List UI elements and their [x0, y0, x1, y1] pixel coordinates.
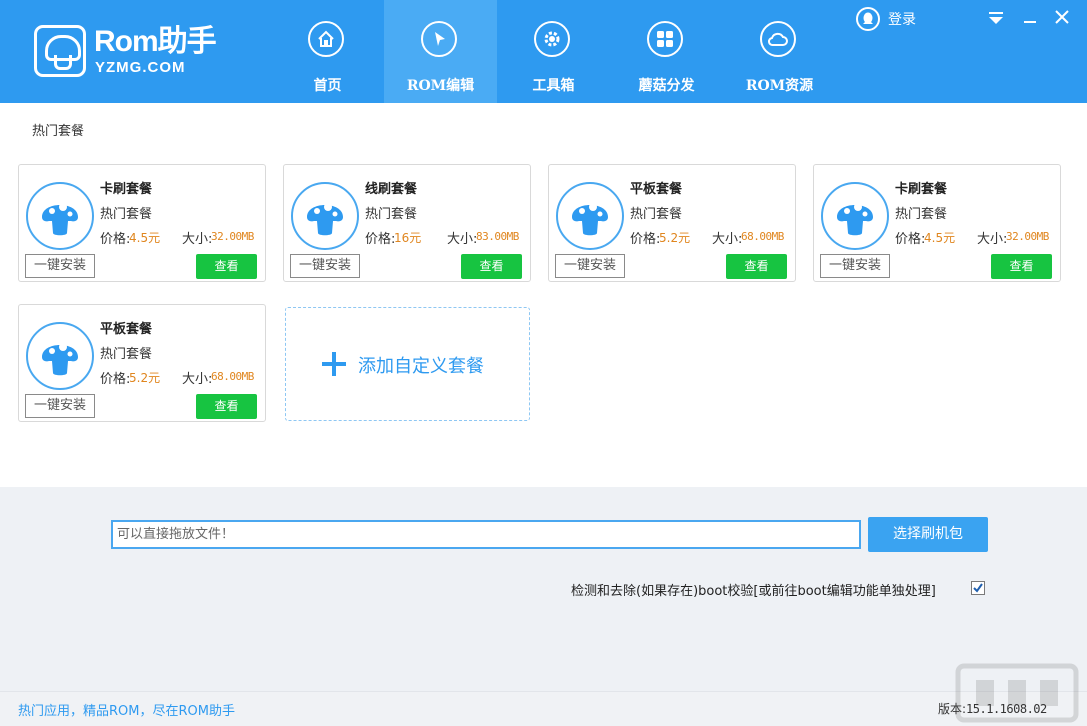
qq-icon [856, 7, 880, 31]
nav-toolbox[interactable]: 工具箱 [497, 0, 610, 103]
size-value: 83.00MB [476, 230, 519, 243]
nav-rom-edit[interactable]: ROM编辑 [384, 0, 497, 103]
mushroom-icon [821, 182, 889, 250]
view-button[interactable]: 查看 [991, 254, 1052, 279]
nav-home-label: 首页 [313, 78, 342, 94]
nav-toolbox-label: 工具箱 [532, 78, 575, 94]
close-icon [1055, 10, 1069, 24]
one-click-install-button[interactable]: 一键安装 [820, 254, 890, 278]
package-name: 线刷套餐 [365, 182, 418, 197]
view-button[interactable]: 查看 [726, 254, 787, 279]
menu-icon [989, 12, 1003, 24]
price-label: 价格: [365, 232, 396, 247]
one-click-install-button[interactable]: 一键安装 [25, 254, 95, 278]
size-label: 大小: [447, 232, 478, 247]
cloud-icon [760, 21, 796, 57]
package-name: 卡刷套餐 [100, 182, 153, 197]
size-value: 32.00MB [1006, 230, 1049, 243]
price-value: 5.2元 [659, 231, 691, 245]
checkmark-icon [973, 583, 983, 593]
package-card: 平板套餐热门套餐价格: 5.2元 大小: 68.00MB 一键安装 查看 [18, 304, 266, 422]
logo-subtext: YZMG.COM [95, 59, 186, 76]
view-button[interactable]: 查看 [196, 254, 257, 279]
package-name: 平板套餐 [100, 322, 153, 337]
package-tag: 热门套餐 [100, 207, 153, 222]
price-value: 5.2元 [129, 371, 161, 385]
one-click-install-button[interactable]: 一键安装 [290, 254, 360, 278]
package-tag: 热门套餐 [630, 207, 683, 222]
login-button[interactable]: 登录 [856, 6, 916, 32]
nav-mushroom-distribute-label: 蘑菇分发 [638, 78, 695, 94]
price-value: 16元 [394, 231, 422, 245]
price-value: 4.5元 [129, 231, 161, 245]
menu-dropdown-button[interactable] [985, 8, 1007, 30]
file-drop-input[interactable]: 可以直接拖放文件！ [111, 520, 861, 549]
minimize-button[interactable] [1019, 8, 1041, 30]
section-title: 热门套餐 [32, 124, 85, 139]
nav-rom-resources[interactable]: ROM资源 [723, 0, 836, 103]
title-bar: Rom助手 YZMG.COM 首页 ROM编辑 工具箱 蘑菇分发 ROM资源 登… [0, 0, 1087, 103]
one-click-install-button[interactable]: 一键安装 [25, 394, 95, 418]
login-label: 登录 [888, 12, 916, 28]
footer-slogan: 热门应用，精品ROM，尽在ROM助手 [18, 704, 235, 719]
choose-rom-package-button[interactable]: 选择刷机包 [868, 517, 988, 552]
grid-icon [647, 21, 683, 57]
package-tag: 热门套餐 [100, 347, 153, 362]
nav-mushroom-distribute[interactable]: 蘑菇分发 [610, 0, 723, 103]
package-card: 线刷套餐热门套餐价格: 16元 大小: 83.00MB 一键安装 查看 [283, 164, 531, 282]
nav-rom-resources-label: ROM资源 [745, 78, 814, 94]
package-card: 卡刷套餐热门套餐价格: 4.5元 大小: 32.00MB 一键安装 查看 [813, 164, 1061, 282]
watermark-logo-icon [955, 663, 1079, 723]
add-custom-package-button[interactable]: 添加自定义套餐 [285, 307, 530, 421]
price-label: 价格: [895, 232, 926, 247]
mushroom-icon [26, 322, 94, 390]
cursor-icon [421, 21, 457, 57]
mushroom-icon [26, 182, 94, 250]
add-custom-package-label: 添加自定义套餐 [358, 356, 484, 377]
plus-icon [322, 352, 346, 376]
app-logo: Rom助手 YZMG.COM [34, 25, 224, 81]
package-card: 卡刷套餐热门套餐价格: 4.5元 大小: 32.00MB 一键安装 查看 [18, 164, 266, 282]
size-label: 大小: [182, 372, 213, 387]
size-value: 32.00MB [211, 230, 254, 243]
gear-icon [534, 21, 570, 57]
size-value: 68.00MB [741, 230, 784, 243]
package-tag: 热门套餐 [895, 207, 948, 222]
nav-home[interactable]: 首页 [271, 0, 384, 103]
view-button[interactable]: 查看 [196, 394, 257, 419]
mushroom-logo-icon [34, 25, 86, 77]
boot-check-label: 检测和去除(如果存在)boot校验[或前往boot编辑功能单独处理] [571, 584, 936, 599]
package-tag: 热门套餐 [365, 207, 418, 222]
size-label: 大小: [712, 232, 743, 247]
size-label: 大小: [182, 232, 213, 247]
price-label: 价格: [630, 232, 661, 247]
mushroom-icon [556, 182, 624, 250]
logo-text: Rom助手 [94, 25, 217, 58]
home-icon [308, 21, 344, 57]
size-label: 大小: [977, 232, 1008, 247]
close-button[interactable] [1051, 8, 1073, 30]
package-name: 卡刷套餐 [895, 182, 948, 197]
one-click-install-button[interactable]: 一键安装 [555, 254, 625, 278]
boot-check-checkbox[interactable] [971, 581, 985, 595]
price-value: 4.5元 [924, 231, 956, 245]
price-label: 价格: [100, 232, 131, 247]
nav-rom-edit-label: ROM编辑 [406, 78, 475, 94]
package-card: 平板套餐热门套餐价格: 5.2元 大小: 68.00MB 一键安装 查看 [548, 164, 796, 282]
view-button[interactable]: 查看 [461, 254, 522, 279]
package-name: 平板套餐 [630, 182, 683, 197]
size-value: 68.00MB [211, 370, 254, 383]
price-label: 价格: [100, 372, 131, 387]
minimize-icon [1024, 21, 1036, 23]
status-bar: 热门应用，精品ROM，尽在ROM助手 版本:15.1.1608.02 [0, 691, 1087, 726]
mushroom-icon [291, 182, 359, 250]
